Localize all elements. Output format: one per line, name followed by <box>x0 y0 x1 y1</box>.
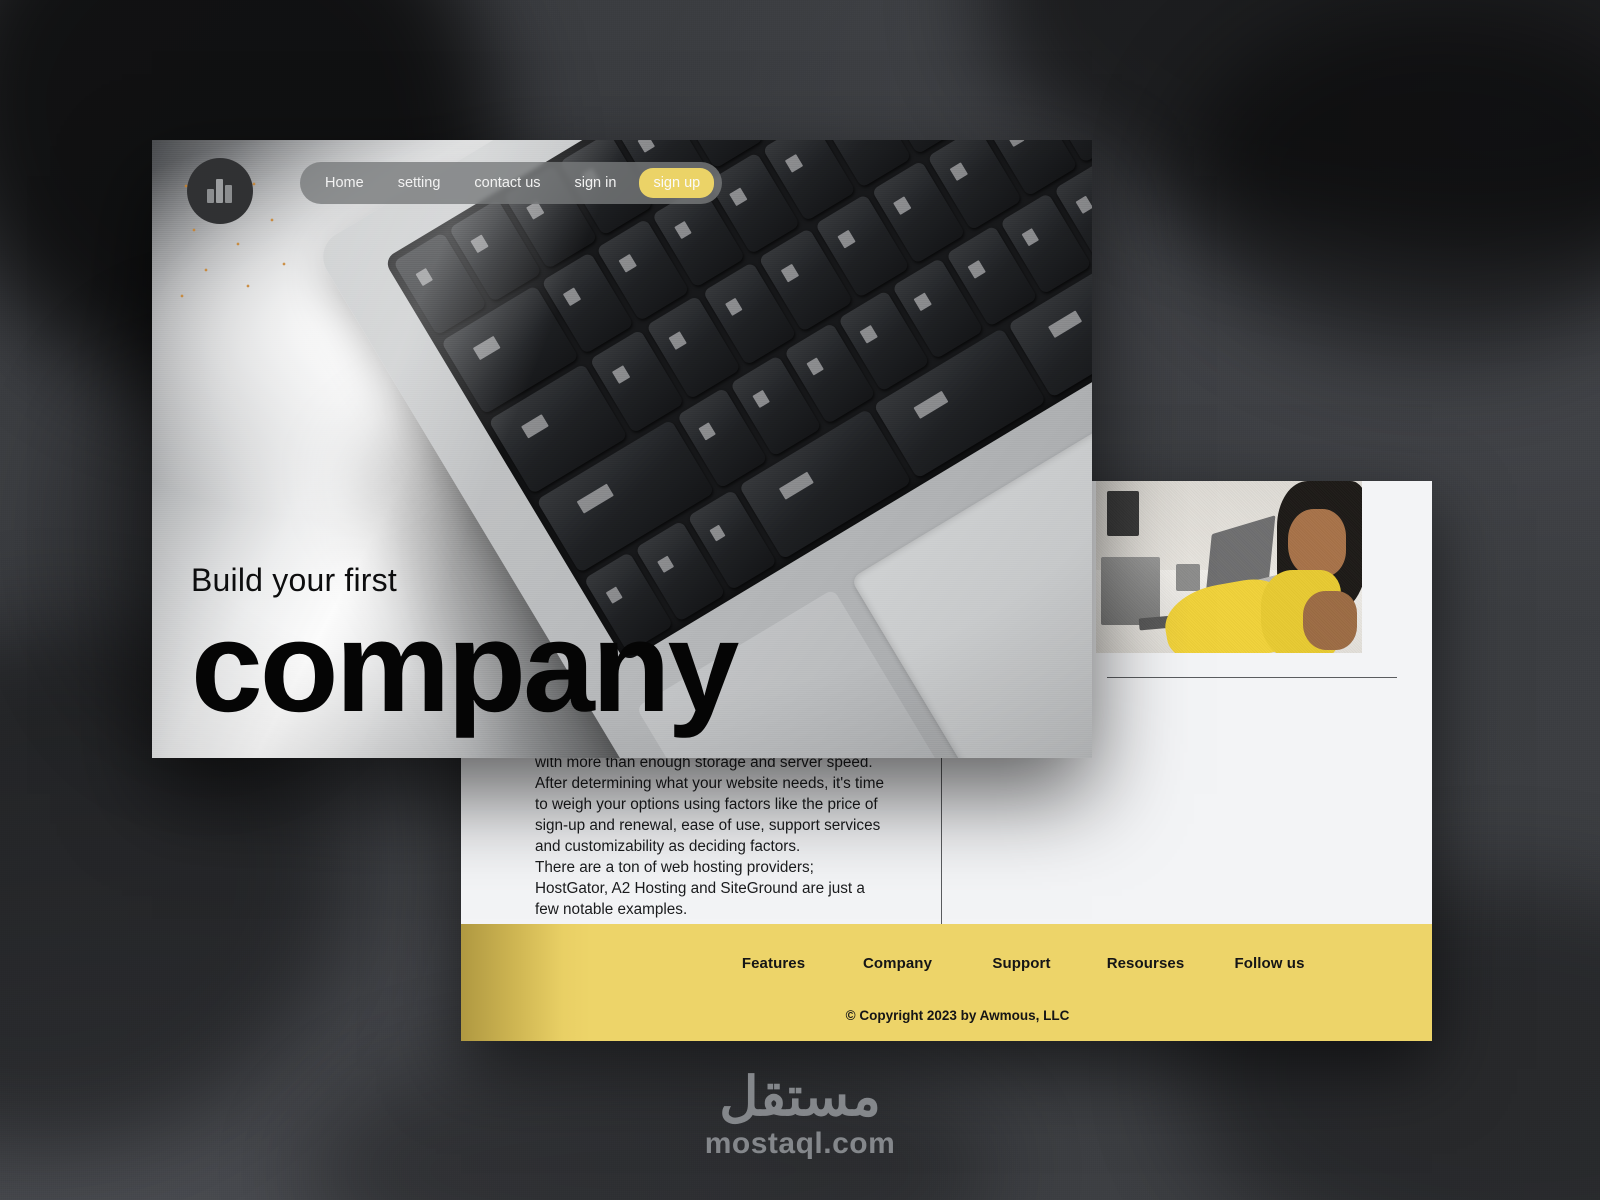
screenshot-stage: need a reliable web host that provides y… <box>0 0 1600 1200</box>
footer-link-support[interactable]: Support <box>960 955 1084 972</box>
footer-link-features[interactable]: Features <box>712 955 836 972</box>
photo-grain-texture <box>1096 481 1362 653</box>
copyright-text: © Copyright 2023 by Awmous, LLC <box>845 1008 1070 1023</box>
hero-headline: Build your first company <box>191 560 991 739</box>
hero-card: Home setting contact us sign in sign up … <box>152 140 1092 758</box>
site-footer: Features Company Support Resourses Follo… <box>461 924 1432 1041</box>
bar-chart-icon <box>205 178 235 204</box>
footer-link-follow-us[interactable]: Follow us <box>1208 955 1332 972</box>
body-copy: need a reliable web host that provides y… <box>535 731 890 920</box>
site-logo[interactable] <box>187 158 253 224</box>
footer-link-row: Features Company Support Resourses Follo… <box>461 924 1432 1002</box>
nav-item-home[interactable]: Home <box>308 162 381 204</box>
watermark-arabic: مستقل <box>719 1067 881 1127</box>
nav-item-setting[interactable]: setting <box>381 162 458 204</box>
hero-headline-small: Build your first <box>191 562 397 598</box>
footer-link-company[interactable]: Company <box>836 955 960 972</box>
hero-headline-large: company <box>191 595 739 739</box>
body-paragraph-2: There are a ton of web hosting providers… <box>535 859 865 918</box>
nav-item-contact-us[interactable]: contact us <box>457 162 557 204</box>
watermark-latin: mostaql.com <box>704 1127 896 1160</box>
main-navigation: Home setting contact us sign in sign up <box>300 162 723 204</box>
mostaql-watermark: مستقل mostaql.com <box>0 1068 1600 1162</box>
nav-item-sign-in[interactable]: sign in <box>558 162 634 204</box>
office-desk-photo <box>1096 481 1362 653</box>
sign-up-button[interactable]: sign up <box>639 168 715 198</box>
horizontal-rule <box>1107 677 1397 678</box>
footer-link-resourses[interactable]: Resourses <box>1084 955 1208 972</box>
